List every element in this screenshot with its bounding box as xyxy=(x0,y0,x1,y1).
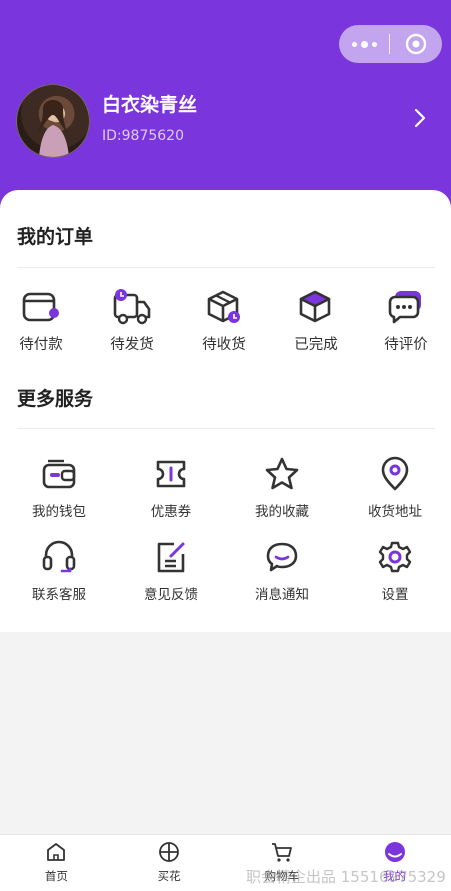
order-item-pending-review[interactable]: 待评价 xyxy=(361,286,451,354)
service-item-label: 收货地址 xyxy=(368,504,422,520)
mini-program-capsule[interactable] xyxy=(339,25,442,63)
chevron-right-icon[interactable] xyxy=(414,108,426,132)
box-done-icon xyxy=(271,286,361,328)
service-item-label: 意见反馈 xyxy=(144,587,198,603)
order-item-label: 待付款 xyxy=(19,337,63,353)
close-target-icon[interactable] xyxy=(390,33,442,55)
orders-title: 我的订单 xyxy=(17,226,94,248)
tab-home[interactable]: 首页 xyxy=(0,835,113,891)
service-item-label: 联系客服 xyxy=(32,587,86,603)
username: 白衣染青丝 xyxy=(102,94,198,116)
package-icon xyxy=(179,286,269,328)
cart-icon xyxy=(226,841,339,867)
order-item-completed[interactable]: 已完成 xyxy=(271,286,361,354)
service-item-feedback[interactable]: 意见反馈 xyxy=(126,536,216,603)
truck-icon xyxy=(87,286,177,328)
tab-mine[interactable]: 我的 xyxy=(338,835,451,891)
avatar[interactable] xyxy=(16,84,90,158)
more-menu-icon[interactable] xyxy=(339,40,389,48)
service-item-notifications[interactable]: 消息通知 xyxy=(237,536,327,603)
home-icon xyxy=(0,841,113,867)
order-item-pending-receipt[interactable]: 待收货 xyxy=(179,286,269,354)
tab-label: 首页 xyxy=(44,869,68,883)
service-item-wallet[interactable]: 我的钱包 xyxy=(14,453,104,520)
tab-buy-flowers[interactable]: 买花 xyxy=(113,835,226,891)
feedback-icon xyxy=(126,536,216,578)
service-item-label: 优惠券 xyxy=(150,504,192,520)
service-item-customer-service[interactable]: 联系客服 xyxy=(14,536,104,603)
coupon-icon xyxy=(126,453,216,495)
tab-label: 买花 xyxy=(157,869,181,883)
order-item-label: 待评价 xyxy=(384,337,428,353)
wallet-icon xyxy=(0,286,86,328)
bottom-tab-bar: 首页 买花 购物车 我的 xyxy=(0,834,451,891)
content-card: 我的订单 待付款 待发货 待收货 已完成 待评价 更多服务 我的钱包 优惠券 我… xyxy=(0,190,451,632)
wallet-icon xyxy=(14,453,104,495)
service-item-label: 我的收藏 xyxy=(255,504,309,520)
service-item-favorites[interactable]: 我的收藏 xyxy=(237,453,327,520)
order-item-pending-shipment[interactable]: 待发货 xyxy=(87,286,177,354)
grid-icon xyxy=(113,841,226,867)
user-id: ID:9875620 xyxy=(102,128,184,144)
tab-label: 我的 xyxy=(383,869,407,883)
service-item-address[interactable]: 收货地址 xyxy=(350,453,440,520)
service-item-label: 设置 xyxy=(381,587,409,603)
orders-divider xyxy=(17,267,435,268)
gear-icon xyxy=(350,536,440,578)
order-item-label: 待发货 xyxy=(110,337,154,353)
order-item-label: 已完成 xyxy=(294,337,338,353)
profile-icon xyxy=(338,841,451,867)
tab-label: 购物车 xyxy=(264,869,300,883)
comment-icon xyxy=(361,286,451,328)
services-divider xyxy=(17,428,435,429)
tab-cart[interactable]: 购物车 xyxy=(226,835,339,891)
service-item-label: 消息通知 xyxy=(255,587,309,603)
location-icon xyxy=(350,453,440,495)
message-icon xyxy=(237,536,327,578)
service-item-coupon[interactable]: 优惠券 xyxy=(126,453,216,520)
service-item-label: 我的钱包 xyxy=(32,504,86,520)
star-icon xyxy=(237,453,327,495)
order-item-pending-payment[interactable]: 待付款 xyxy=(0,286,86,354)
headset-icon xyxy=(14,536,104,578)
order-item-label: 待收货 xyxy=(202,337,246,353)
service-item-settings[interactable]: 设置 xyxy=(350,536,440,603)
services-title: 更多服务 xyxy=(17,388,94,410)
